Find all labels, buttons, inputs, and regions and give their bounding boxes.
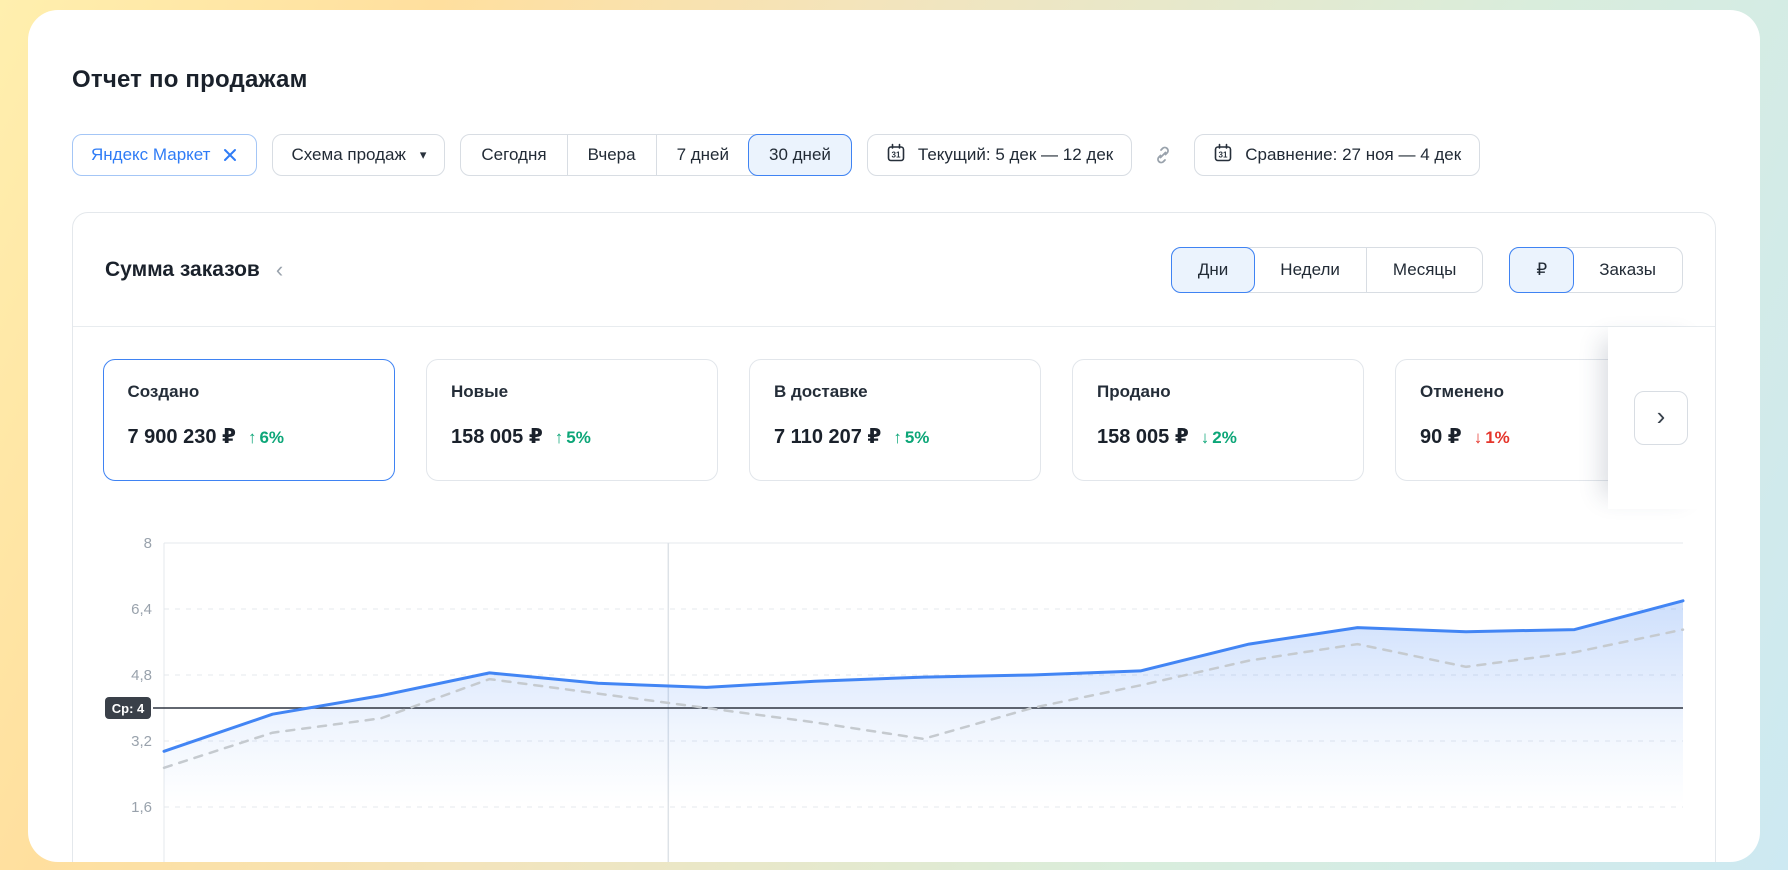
delta-down-icon: ↓ xyxy=(1201,428,1210,448)
svg-text:Ср: 4: Ср: 4 xyxy=(112,701,145,716)
section-header: Сумма заказов ‹ Дни Недели Месяцы ₽ Зака… xyxy=(73,213,1715,327)
line-chart: 86,44,83,21,60Ср: 4 xyxy=(105,531,1685,862)
calendar-icon: 31 xyxy=(886,143,906,168)
calendar-icon: 31 xyxy=(1213,143,1233,168)
metric-card-new[interactable]: Новые 158 005 ₽ ↑ 5% xyxy=(426,359,718,481)
svg-text:31: 31 xyxy=(1219,150,1228,159)
delta-up-icon: ↑ xyxy=(248,428,257,448)
delta-down-icon: ↓ xyxy=(1474,428,1483,448)
granularity-weeks-tab[interactable]: Недели xyxy=(1254,248,1366,292)
current-range-button[interactable]: 31 Текущий: 5 дек — 12 дек xyxy=(867,134,1132,176)
link-icon xyxy=(1147,143,1179,167)
period-7days-button[interactable]: 7 дней xyxy=(656,135,749,175)
metric-value: 90 ₽ xyxy=(1420,424,1462,449)
unit-rubles-tab[interactable]: ₽ xyxy=(1509,247,1574,293)
orders-sum-section: Сумма заказов ‹ Дни Недели Месяцы ₽ Зака… xyxy=(72,212,1716,862)
metric-card-sold[interactable]: Продано 158 005 ₽ ↓ 2% xyxy=(1072,359,1364,481)
current-range-label: Текущий: 5 дек — 12 дек xyxy=(918,145,1113,165)
svg-text:3,2: 3,2 xyxy=(131,733,152,750)
filter-bar: Яндекс Маркет Схема продаж ▾ Сегодня Вче… xyxy=(72,134,1760,176)
metric-value: 158 005 ₽ xyxy=(451,424,543,449)
page-title: Отчет по продажам xyxy=(72,66,1760,94)
remove-marketplace-icon[interactable] xyxy=(222,147,238,163)
period-yesterday-button[interactable]: Вчера xyxy=(567,135,656,175)
metric-card-delivering[interactable]: В доставке 7 110 207 ₽ ↑ 5% xyxy=(749,359,1041,481)
metric-delta: ↓ 2% xyxy=(1201,428,1237,448)
metric-delta: ↑ 5% xyxy=(893,428,929,448)
metrics-row: Создано 7 900 230 ₽ ↑ 6% Новые 158 005 ₽… xyxy=(103,359,1685,481)
delta-up-icon: ↑ xyxy=(555,428,564,448)
main-card: Отчет по продажам Яндекс Маркет Схема пр… xyxy=(28,10,1760,862)
unit-orders-tab[interactable]: Заказы xyxy=(1573,248,1682,292)
metric-delta: ↑ 5% xyxy=(555,428,591,448)
metric-delta: ↓ 1% xyxy=(1474,428,1510,448)
metric-label: Новые xyxy=(451,382,693,402)
chevron-down-icon: ▾ xyxy=(420,147,427,163)
period-today-button[interactable]: Сегодня xyxy=(461,135,566,175)
compare-range-label: Сравнение: 27 ноя — 4 дек xyxy=(1245,145,1461,165)
orders-chart: 86,44,83,21,60Ср: 4 xyxy=(105,531,1683,862)
metric-label: Продано xyxy=(1097,382,1339,402)
metric-label: Создано xyxy=(128,382,371,402)
metric-delta: ↑ 6% xyxy=(248,428,284,448)
compare-range-button[interactable]: 31 Сравнение: 27 ноя — 4 дек xyxy=(1194,134,1480,176)
delta-up-icon: ↑ xyxy=(893,428,902,448)
granularity-segment: Дни Недели Месяцы xyxy=(1171,247,1483,293)
svg-text:8: 8 xyxy=(144,535,152,552)
granularity-months-tab[interactable]: Месяцы xyxy=(1366,248,1482,292)
section-title: Сумма заказов xyxy=(105,258,260,282)
next-metrics-button[interactable]: › xyxy=(1634,391,1688,445)
marketplace-chip[interactable]: Яндекс Маркет xyxy=(72,134,257,176)
svg-text:1,6: 1,6 xyxy=(131,799,152,816)
metrics-scroll-overlay: › xyxy=(1608,327,1714,509)
marketplace-chip-label: Яндекс Маркет xyxy=(91,145,210,165)
metric-value: 7 900 230 ₽ xyxy=(128,424,236,449)
sales-scheme-label: Схема продаж xyxy=(291,145,405,165)
svg-text:6,4: 6,4 xyxy=(131,601,152,618)
collapse-section-icon[interactable]: ‹ xyxy=(276,259,283,281)
period-segment: Сегодня Вчера 7 дней 30 дней xyxy=(460,134,851,176)
metric-card-created[interactable]: Создано 7 900 230 ₽ ↑ 6% xyxy=(103,359,395,481)
granularity-days-tab[interactable]: Дни xyxy=(1171,247,1255,293)
period-30days-button[interactable]: 30 дней xyxy=(748,134,852,176)
metric-label: В доставке xyxy=(774,382,1016,402)
metric-value: 7 110 207 ₽ xyxy=(774,424,881,449)
metric-value: 158 005 ₽ xyxy=(1097,424,1189,449)
sales-scheme-dropdown[interactable]: Схема продаж ▾ xyxy=(272,134,445,176)
svg-text:4,8: 4,8 xyxy=(131,667,152,684)
svg-text:31: 31 xyxy=(891,150,900,159)
unit-segment: ₽ Заказы xyxy=(1509,247,1683,293)
